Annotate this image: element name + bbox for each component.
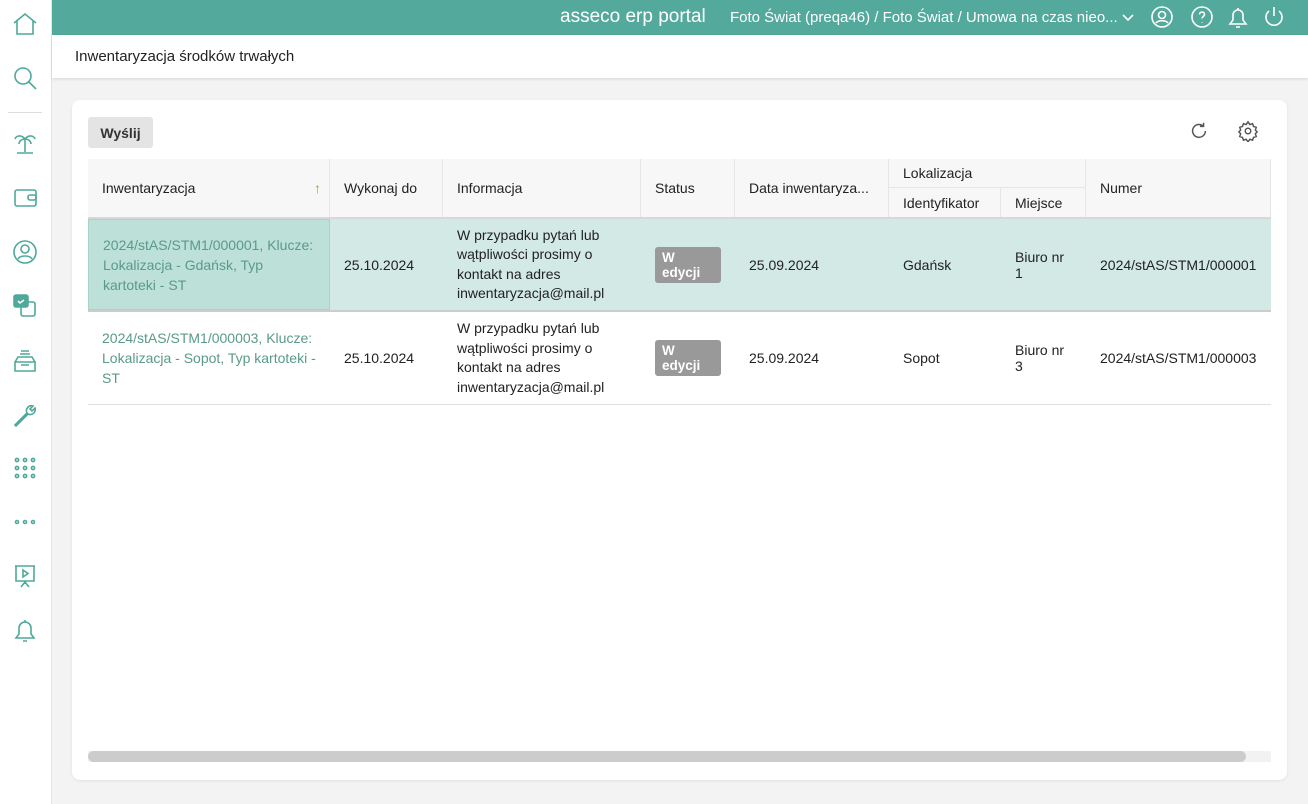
- chevron-down-icon[interactable]: [1116, 5, 1140, 29]
- notifications-icon[interactable]: [1226, 5, 1250, 29]
- user-icon[interactable]: [10, 237, 40, 267]
- page-title: Inwentaryzacja środków trwałych: [75, 48, 295, 65]
- presentation-icon[interactable]: [10, 561, 40, 591]
- cell-numer: 2024/stAS/STM1/000003: [1100, 350, 1257, 366]
- column-header-wykonaj-do[interactable]: Wykonaj do: [330, 159, 443, 217]
- data-grid: Inwentaryzacja ↑ Wykonaj do Informacja St…: [88, 159, 1271, 749]
- column-header-identyfikator[interactable]: Identyfikator: [889, 188, 1001, 217]
- cell-miejsce: Biuro nr 3: [1015, 342, 1065, 374]
- column-group-lokalizacja: Lokalizacja: [889, 159, 1086, 188]
- inbox-tray-icon[interactable]: [10, 346, 40, 376]
- cell-informacja: W przypadku pytań lub wątpliwości prosim…: [457, 320, 605, 395]
- apps-grid-icon[interactable]: [10, 453, 40, 483]
- column-header-informacja[interactable]: Informacja: [443, 159, 641, 217]
- column-header-data-inwentaryzacji[interactable]: Data inwentaryza...: [735, 159, 889, 217]
- page-header: Inwentaryzacja środków trwałych: [52, 35, 1308, 78]
- divider: [8, 112, 42, 113]
- cell-wykonaj-do: 25.10.2024: [344, 256, 415, 273]
- column-header-miejsce[interactable]: Miejsce: [1001, 188, 1086, 217]
- cell-wykonaj-do: 25.10.2024: [344, 350, 415, 366]
- home-icon[interactable]: [10, 9, 40, 39]
- cell-informacja: W przypadku pytań lub wątpliwości prosim…: [457, 226, 605, 302]
- inwentaryzacja-link[interactable]: 2024/stAS/STM1/000003, Klucze: Lokalizac…: [102, 328, 316, 388]
- more-dots-icon[interactable]: [10, 507, 40, 537]
- bell-icon[interactable]: [10, 615, 40, 645]
- sidebar: [0, 0, 52, 804]
- send-button[interactable]: Wyślij: [88, 117, 153, 148]
- cell-data: 25.09.2024: [749, 350, 820, 366]
- cell-numer: 2024/stAS/STM1/000001: [1100, 256, 1257, 273]
- sort-ascending-icon[interactable]: ↑: [314, 180, 321, 196]
- column-header-inwentaryzacja[interactable]: Inwentaryzacja ↑: [88, 159, 330, 217]
- divider: [88, 404, 1271, 405]
- user-profile-icon[interactable]: [1150, 5, 1174, 29]
- scrollbar-thumb[interactable]: [88, 751, 1246, 762]
- refresh-icon[interactable]: [1188, 120, 1212, 144]
- brand-logo: asseco erp portal: [560, 6, 706, 27]
- cell-data: 25.09.2024: [749, 256, 820, 273]
- search-icon[interactable]: [10, 63, 40, 93]
- top-bar: asseco erp portal Foto Świat (preqa46) /…: [52, 0, 1308, 35]
- status-badge: W edycji: [655, 340, 721, 376]
- cell-identyfikator: Sopot: [903, 350, 940, 366]
- column-header-numer[interactable]: Numer: [1086, 159, 1271, 217]
- wallet-icon[interactable]: [10, 183, 40, 213]
- cell-identyfikator: Gdańsk: [903, 256, 952, 273]
- help-icon[interactable]: [1190, 5, 1214, 29]
- settings-gear-icon[interactable]: [1237, 120, 1261, 144]
- palm-tree-icon[interactable]: [10, 128, 40, 158]
- tasks-icon[interactable]: [10, 291, 40, 321]
- wrench-icon[interactable]: [10, 400, 40, 430]
- horizontal-scrollbar[interactable]: [88, 751, 1271, 762]
- inwentaryzacja-link[interactable]: 2024/stAS/STM1/000001, Klucze: Lokalizac…: [103, 235, 315, 295]
- content-card: Wyślij Inwentaryzacja ↑ Wykonaj do Inform…: [72, 100, 1287, 780]
- status-badge: W edycji: [655, 246, 721, 283]
- column-header-status[interactable]: Status: [641, 159, 735, 217]
- power-icon[interactable]: [1262, 5, 1286, 29]
- cell-miejsce: Biuro nr 1: [1015, 248, 1065, 281]
- context-selector[interactable]: Foto Świat (preqa46) / Foto Świat / Umow…: [730, 9, 1118, 26]
